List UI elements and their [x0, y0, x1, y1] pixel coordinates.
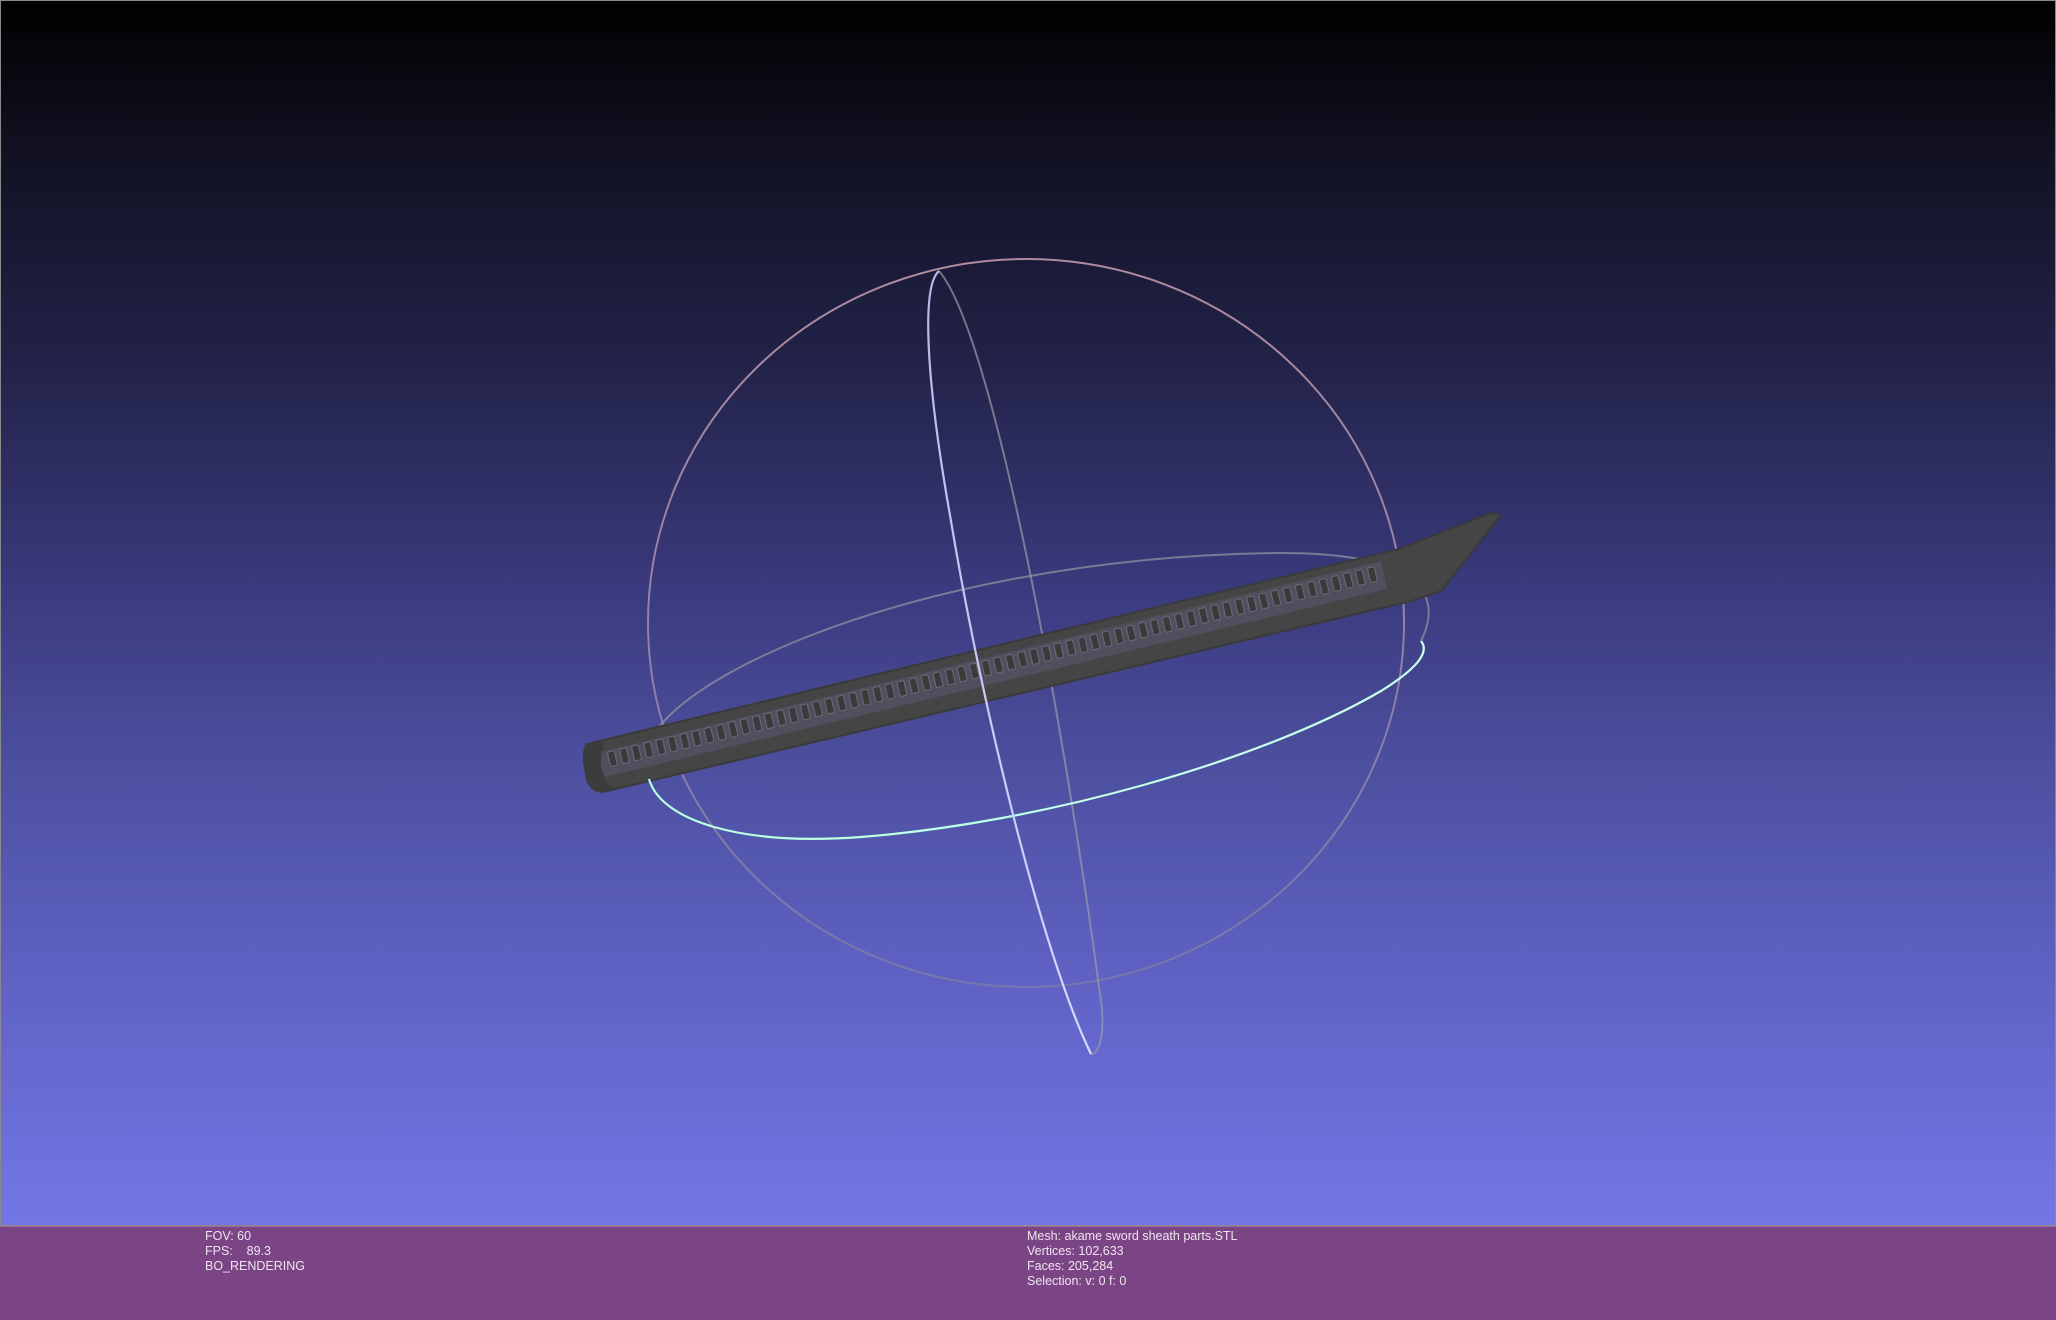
- vertices-label: Vertices: 102,633: [1027, 1244, 1124, 1258]
- render-mode-label: BO_RENDERING: [205, 1259, 306, 1273]
- mesh-name-label: Mesh: akame sword sheath parts.STL: [1027, 1229, 1238, 1243]
- render-info: FOV: 60 FPS: 89.3 BO_RENDERING: [205, 1229, 305, 1274]
- fps-label: FPS: 89.3: [205, 1244, 272, 1258]
- faces-label: Faces: 205,284: [1027, 1259, 1114, 1273]
- mesh-sword-sheath[interactable]: [582, 511, 1503, 793]
- mesh-info: Mesh: akame sword sheath parts.STL Verti…: [1027, 1229, 1238, 1289]
- 3d-viewport[interactable]: [0, 0, 2056, 1226]
- selection-label: Selection: v: 0 f: 0: [1027, 1274, 1127, 1288]
- status-info-bar: FOV: 60 FPS: 89.3 BO_RENDERING Mesh: aka…: [0, 1226, 2056, 1320]
- scene-canvas[interactable]: [1, 1, 2056, 1227]
- fov-label: FOV: 60: [205, 1229, 252, 1243]
